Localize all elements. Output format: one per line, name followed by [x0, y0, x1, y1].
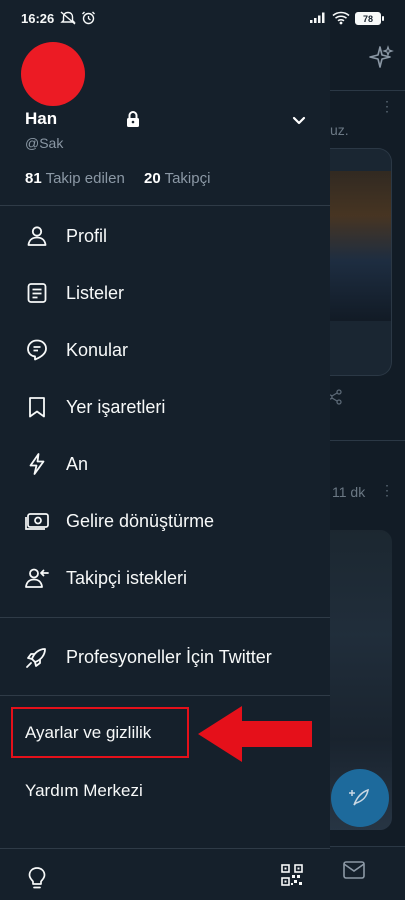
- menu-item-topics[interactable]: Konular: [0, 324, 330, 376]
- bookmark-icon: [24, 394, 50, 420]
- follower-request-icon: [24, 565, 50, 591]
- notifications-off-icon: [60, 11, 76, 25]
- divider: [0, 695, 330, 696]
- feather-plus-icon: [349, 788, 369, 806]
- menu-item-label: Profesyoneller İçin Twitter: [66, 646, 272, 667]
- menu-item-follower-requests[interactable]: Takipçi istekleri: [0, 552, 330, 604]
- compose-tweet-button[interactable]: [331, 769, 389, 827]
- help-center[interactable]: Yardım Merkezi: [25, 781, 143, 801]
- bottom-nav-fragment: [330, 846, 405, 900]
- media-image: [330, 171, 391, 321]
- chevron-down-icon[interactable]: [291, 114, 307, 128]
- tweet-text-fragment: uz.: [330, 122, 349, 138]
- menu-item-lists[interactable]: Listeler: [0, 267, 330, 319]
- signal-icon: [310, 12, 325, 23]
- arrow-left-icon: [198, 706, 312, 762]
- followers-stat[interactable]: 20 Takipçi: [144, 170, 210, 187]
- menu-item-twitter-professional[interactable]: Profesyoneller İçin Twitter: [0, 631, 330, 683]
- battery-tip: [382, 16, 384, 21]
- following-stat[interactable]: 81 Takip edilen: [25, 170, 125, 187]
- menu-item-label: Profil: [66, 225, 108, 246]
- menu-item-label: Yer işaretleri: [66, 396, 166, 417]
- menu-item-label: Konular: [66, 339, 129, 360]
- followers-count: 20: [144, 170, 161, 187]
- battery-level: 78: [356, 13, 380, 24]
- menu-item-bookmarks[interactable]: Yer işaretleri: [0, 381, 330, 433]
- status-bar: 16:26 78: [0, 0, 405, 36]
- alarm-icon: [82, 11, 95, 25]
- separator: [330, 90, 405, 91]
- menu-item-label: Takipçi istekleri: [66, 567, 188, 588]
- avatar[interactable]: [21, 42, 85, 106]
- menu-item-profile[interactable]: Profil: [0, 210, 330, 262]
- status-time: 16:26: [21, 11, 55, 26]
- following-count: 81: [25, 170, 42, 187]
- topics-icon: [24, 337, 50, 363]
- profile-handle: @Sak: [25, 135, 64, 151]
- menu-item-label: An: [66, 453, 89, 474]
- separator: [330, 440, 405, 441]
- divider: [0, 617, 330, 618]
- person-icon: [24, 223, 50, 249]
- mail-icon[interactable]: [343, 861, 365, 879]
- lightbulb-icon[interactable]: [26, 866, 48, 890]
- qr-code-icon[interactable]: [281, 864, 303, 886]
- sparkle-icon[interactable]: [366, 44, 394, 72]
- lock-icon: [127, 111, 139, 127]
- menu-item-monetization[interactable]: Gelire dönüştürme: [0, 495, 330, 547]
- followers-label: Takipçi: [164, 170, 211, 187]
- more-icon[interactable]: ⋮: [380, 482, 394, 499]
- wifi-icon: [332, 11, 350, 25]
- media-card[interactable]: [330, 148, 392, 376]
- menu-item-label: Gelire dönüştürme: [66, 510, 215, 531]
- menu-item-label: Listeler: [66, 282, 125, 303]
- divider: [0, 205, 330, 206]
- menu-item-moments[interactable]: An: [0, 438, 330, 490]
- rocket-icon: [24, 644, 50, 670]
- battery-icon: 78: [355, 12, 381, 25]
- money-icon: [24, 508, 50, 534]
- more-icon[interactable]: ⋮: [380, 98, 394, 115]
- profile-name[interactable]: Han: [25, 109, 57, 129]
- lightning-icon: [24, 451, 50, 477]
- navigation-drawer: Han @Sak 81 Takip edilen 20 Takipçi Prof…: [0, 0, 330, 900]
- following-label: Takip edilen: [45, 170, 125, 187]
- highlight-box: [11, 707, 189, 758]
- tweet-timestamp: 11 dk: [332, 484, 366, 500]
- list-icon: [24, 280, 50, 306]
